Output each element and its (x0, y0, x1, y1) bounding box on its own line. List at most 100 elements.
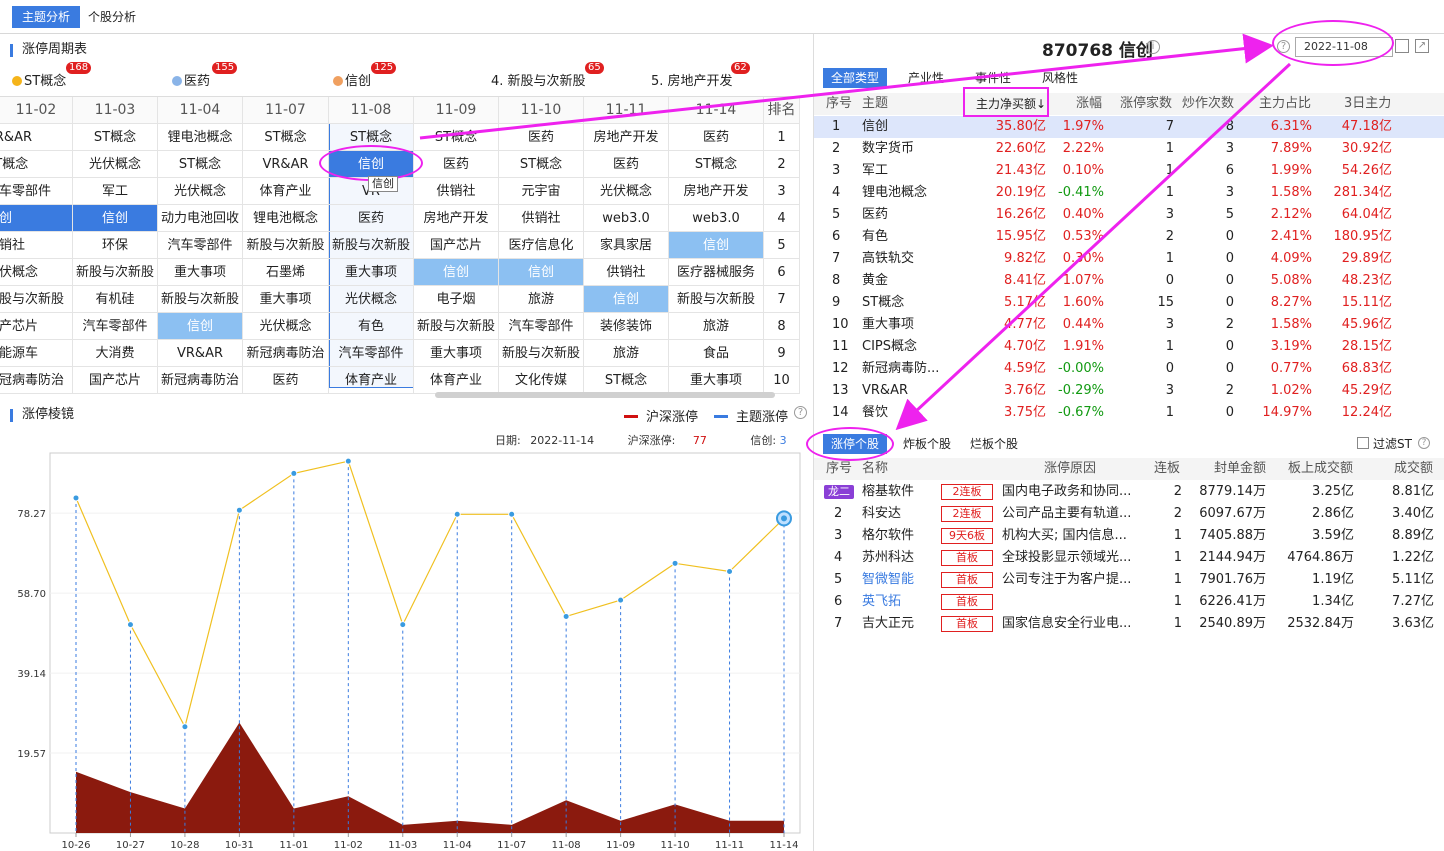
date-header[interactable]: 11-03 (73, 97, 158, 124)
date-header[interactable]: 11-11 (584, 97, 669, 124)
theme-cell[interactable]: 光伏概念 (243, 313, 329, 340)
date-header[interactable]: 11-04 (158, 97, 243, 124)
theme-cell[interactable]: 装修装饰 (584, 313, 669, 340)
theme-cell[interactable]: 元宇宙 (499, 178, 584, 205)
theme-cell[interactable]: ST概念 (243, 124, 329, 151)
theme-item-5[interactable]: 5. 房地产开发 62 (651, 62, 750, 89)
theme-cell[interactable]: 体育产业 (414, 367, 499, 394)
theme-row[interactable]: 8 黄金 8.41亿 1.07% 0 0 5.08% 48.23亿 (814, 270, 1444, 292)
theme-cell[interactable]: 信创 (499, 259, 584, 286)
theme-cell[interactable]: 国产芯片 (0, 313, 73, 340)
theme-cell[interactable]: ST概念 (73, 124, 158, 151)
col-header[interactable]: 成交额 (1394, 458, 1433, 480)
theme-cell[interactable]: 医药 (329, 205, 414, 232)
theme-row[interactable]: 4 锂电池概念 20.19亿 -0.41% 1 3 1.58% 281.34亿 (814, 182, 1444, 204)
theme-cell[interactable]: 医药 (243, 367, 329, 394)
col-header[interactable]: 主力占比 (1259, 93, 1311, 115)
date-header[interactable]: 11-02 (0, 97, 73, 124)
theme-cell[interactable]: 供销社 (414, 178, 499, 205)
theme-row[interactable]: 10 重大事项 4.77亿 0.44% 3 2 1.58% 45.96亿 (814, 314, 1444, 336)
col-header[interactable]: 板上成交额 (1288, 458, 1353, 480)
theme-cell[interactable]: 汽车零部件 (499, 313, 584, 340)
theme-item-2[interactable]: 医药 155 (172, 62, 238, 89)
theme-cell[interactable]: 新股与次新股 (158, 286, 243, 313)
help-icon[interactable]: ? (794, 406, 807, 419)
col-header[interactable]: 名称 (862, 458, 888, 480)
theme-row[interactable]: 2 数字货币 22.60亿 2.22% 1 3 7.89% 30.92亿 (814, 138, 1444, 160)
theme-cell[interactable]: 新股与次新股 (669, 286, 764, 313)
theme-cell[interactable]: 新股与次新股 (329, 232, 414, 259)
theme-cell[interactable]: 汽车零部件 (0, 178, 73, 205)
theme-cell[interactable]: ST概念 (414, 124, 499, 151)
theme-cell[interactable]: 信创 (584, 286, 669, 313)
theme-cell[interactable]: 有机硅 (73, 286, 158, 313)
theme-cell[interactable]: ST概念 (158, 151, 243, 178)
theme-cell[interactable]: 光伏概念 (329, 286, 414, 313)
date-header[interactable]: 11-09 (414, 97, 499, 124)
theme-row[interactable]: 9 ST概念 5.17亿 1.60% 15 0 8.27% 15.11亿 (814, 292, 1444, 314)
theme-cell[interactable]: 环保 (73, 232, 158, 259)
stock-row[interactable]: 5 智微智能 首板 公司专注于为客户提... 1 7901.76万 1.19亿 5.11亿 (814, 569, 1444, 591)
theme-cell[interactable]: ST概念 (499, 151, 584, 178)
col-header[interactable]: 序号 (826, 458, 852, 480)
tab-industry[interactable]: 产业性 (900, 68, 952, 88)
tab-style[interactable]: 风格性 (1034, 68, 1086, 88)
theme-cell[interactable]: 旅游 (584, 340, 669, 367)
stock-row[interactable]: 7 吉大正元 首板 国家信息安全行业电... 1 2540.89万 2532.84万 3.63… (814, 613, 1444, 635)
theme-cell[interactable]: 锂电池概念 (158, 124, 243, 151)
col-header[interactable]: 涨停家数 (1120, 93, 1172, 115)
col-header[interactable]: 主题 (862, 93, 888, 115)
theme-cell[interactable]: 房地产开发 (669, 178, 764, 205)
theme-cell[interactable]: 重大事项 (329, 259, 414, 286)
theme-cell[interactable]: VR&AR (0, 124, 73, 151)
date-header[interactable]: 11-14 (669, 97, 764, 124)
theme-cell[interactable]: ST概念 (669, 151, 764, 178)
help-icon[interactable]: ? (1418, 437, 1430, 449)
theme-cell[interactable]: 军工 (73, 178, 158, 205)
theme-cell[interactable]: 电子烟 (414, 286, 499, 313)
theme-cell[interactable]: 信创 (73, 205, 158, 232)
theme-cell[interactable]: ST概念 (584, 367, 669, 394)
calendar-icon[interactable] (1395, 39, 1409, 53)
date-header[interactable]: 11-07 (243, 97, 329, 124)
theme-row[interactable]: 1 信创 35.80亿 1.97% 7 8 6.31% 47.18亿 (814, 116, 1444, 138)
stock-row[interactable]: 2 科安达 2连板 公司产品主要有轨道... 2 6097.67万 2.86亿 3.40亿 (814, 503, 1444, 525)
info-icon[interactable]: i (1146, 40, 1160, 54)
theme-cell[interactable]: 旅游 (499, 286, 584, 313)
tab-stock-analysis[interactable]: 个股分析 (78, 6, 146, 28)
theme-row[interactable]: 12 新冠病毒防... 4.59亿 -0.00% 0 0 0.77% 68.83亿 (814, 358, 1444, 380)
theme-row[interactable]: 13 VR&AR 3.76亿 -0.29% 3 2 1.02% 45.29亿 (814, 380, 1444, 402)
col-header[interactable]: 3日主力 (1344, 93, 1391, 115)
rank-header[interactable]: 排名 (764, 97, 800, 124)
theme-cell[interactable]: 医疗信息化 (499, 232, 584, 259)
theme-cell[interactable]: 重大事项 (414, 340, 499, 367)
horizontal-scrollbar[interactable] (435, 392, 775, 398)
stock-row[interactable]: 4 苏州科达 首板 全球投影显示领域光... 1 2144.94万 4764.86万 1.22… (814, 547, 1444, 569)
theme-cell[interactable]: 汽车零部件 (158, 232, 243, 259)
theme-cell[interactable]: 医疗器械服务 (669, 259, 764, 286)
col-header[interactable]: 序号 (826, 93, 852, 115)
theme-cell[interactable]: 供销社 (0, 232, 73, 259)
filter-st-checkbox[interactable] (1357, 437, 1369, 449)
theme-cell[interactable]: 大消费 (73, 340, 158, 367)
theme-cell[interactable]: 新冠病毒防治 (158, 367, 243, 394)
theme-cell[interactable]: 文化传媒 (499, 367, 584, 394)
theme-cell[interactable]: 国产芯片 (73, 367, 158, 394)
stock-row[interactable]: 6 英飞拓 首板 1 6226.41万 1.34亿 7.27亿 (814, 591, 1444, 613)
theme-cell[interactable]: 新冠病毒防治 (0, 367, 73, 394)
theme-row[interactable]: 3 军工 21.43亿 0.10% 1 6 1.99% 54.26亿 (814, 160, 1444, 182)
theme-cell[interactable]: VR&AR (243, 151, 329, 178)
theme-cell[interactable]: 信创 (0, 205, 73, 232)
theme-cell[interactable]: 光伏概念 (584, 178, 669, 205)
theme-cell[interactable]: 新能源车 (0, 340, 73, 367)
tab-theme-analysis[interactable]: 主题分析 (12, 6, 81, 28)
theme-cell[interactable]: 信创 (414, 259, 499, 286)
theme-cell[interactable]: 家具家居 (584, 232, 669, 259)
theme-cell[interactable]: 光伏概念 (158, 178, 243, 205)
theme-cell[interactable]: 新股与次新股 (0, 286, 73, 313)
theme-row[interactable]: 6 有色 15.95亿 0.53% 2 0 2.41% 180.95亿 (814, 226, 1444, 248)
date-header[interactable]: 11-08 (329, 97, 414, 124)
theme-cell[interactable]: 锂电池概念 (243, 205, 329, 232)
col-header[interactable]: 涨幅 (1076, 93, 1102, 115)
tab-event[interactable]: 事件性 (967, 68, 1019, 88)
